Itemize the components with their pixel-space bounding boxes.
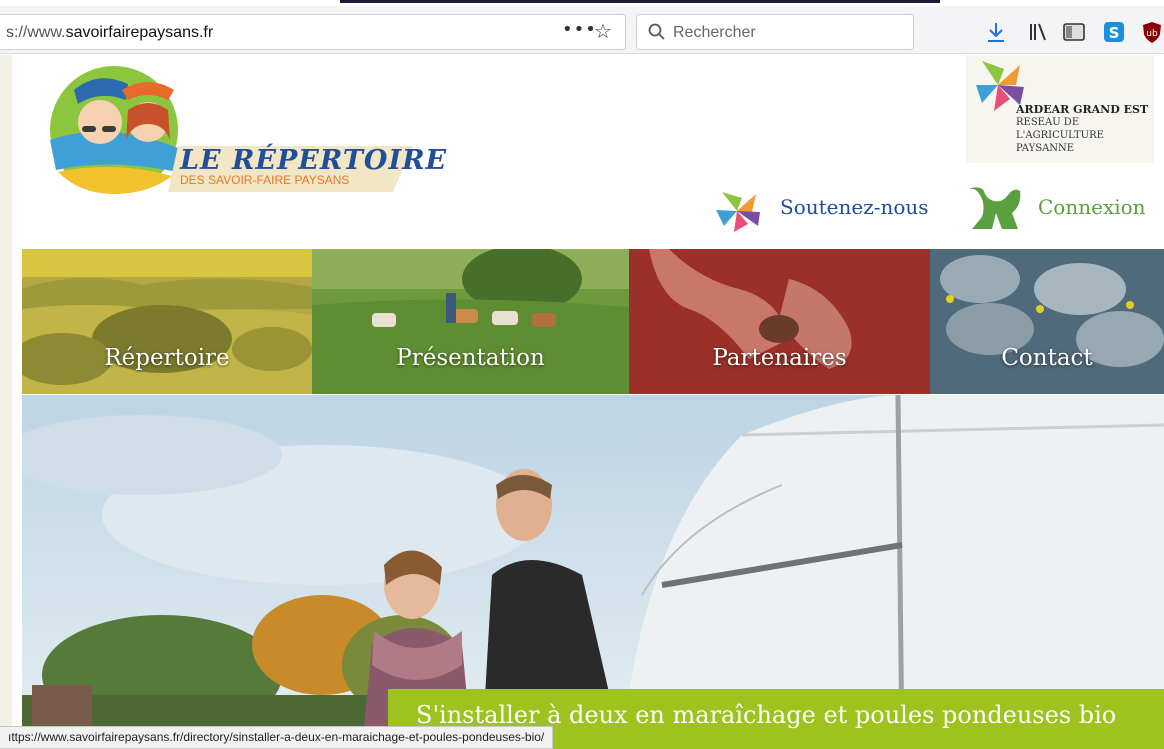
bookmark-star-icon[interactable]: ☆ — [594, 19, 612, 43]
page-left-edge — [0, 55, 12, 749]
nav-tile-partenaires[interactable]: Partenaires — [629, 249, 930, 394]
browser-toolbar: s://www.savoirfairepaysans.fr ••• ☆ Rech… — [0, 6, 1164, 54]
ardear-name: ARDEAR GRAND EST — [1016, 103, 1149, 116]
support-link[interactable]: Soutenez-nous — [780, 195, 929, 219]
ublock-icon[interactable]: ub — [1140, 20, 1164, 44]
svg-text:S: S — [1109, 24, 1120, 42]
ardear-line: L'AGRICULTURE — [1016, 130, 1104, 141]
svg-text:ub: ub — [1146, 29, 1158, 39]
ardear-line: RESEAU DE — [1016, 117, 1080, 128]
url-bar[interactable]: s://www.savoirfairepaysans.fr ••• ☆ — [0, 14, 626, 50]
ardear-line: PAYSANNE — [1016, 143, 1075, 154]
sidebar-icon[interactable] — [1062, 20, 1086, 44]
nav-label: Présentation — [396, 345, 545, 371]
hero-caption-text: S'installer à deux en maraîchage et poul… — [416, 701, 1117, 729]
repertoire-image — [22, 249, 312, 394]
status-bar-url: ıttps://www.savoirfairepaysans.fr/direct… — [0, 726, 554, 749]
main-navigation: Répertoire Présentation Partenaires Cont… — [22, 249, 1164, 394]
url-text[interactable]: s://www.savoirfairepaysans.fr — [6, 24, 213, 42]
search-bar[interactable]: Rechercher — [636, 14, 914, 50]
partenaires-image — [629, 249, 930, 394]
nav-tile-presentation[interactable]: Présentation — [312, 249, 629, 394]
logo-subtitle: DES SAVOIR-FAIRE PAYSANS — [180, 173, 350, 187]
support-flower-icon[interactable] — [712, 188, 762, 234]
page-content: LE RÉPERTOIRE DES SAVOIR-FAIRE PAYSANS A… — [0, 55, 1164, 749]
contact-image — [930, 249, 1164, 394]
download-icon[interactable] — [984, 20, 1008, 44]
logo-title: LE RÉPERTOIRE — [180, 145, 448, 176]
search-placeholder: Rechercher — [673, 24, 756, 41]
nav-label: Partenaires — [712, 345, 847, 371]
search-icon — [648, 23, 665, 40]
nav-tile-contact[interactable]: Contact — [930, 249, 1164, 394]
s-extension-icon[interactable]: S — [1102, 20, 1126, 44]
page-actions-button[interactable]: ••• — [562, 19, 597, 40]
nav-tile-repertoire[interactable]: Répertoire — [22, 249, 312, 394]
library-icon[interactable] — [1026, 20, 1050, 44]
login-icon[interactable] — [962, 183, 1026, 231]
nav-label: Répertoire — [104, 345, 230, 371]
presentation-image — [312, 249, 629, 394]
login-link[interactable]: Connexion — [1038, 195, 1146, 219]
nav-label: Contact — [1001, 345, 1093, 371]
